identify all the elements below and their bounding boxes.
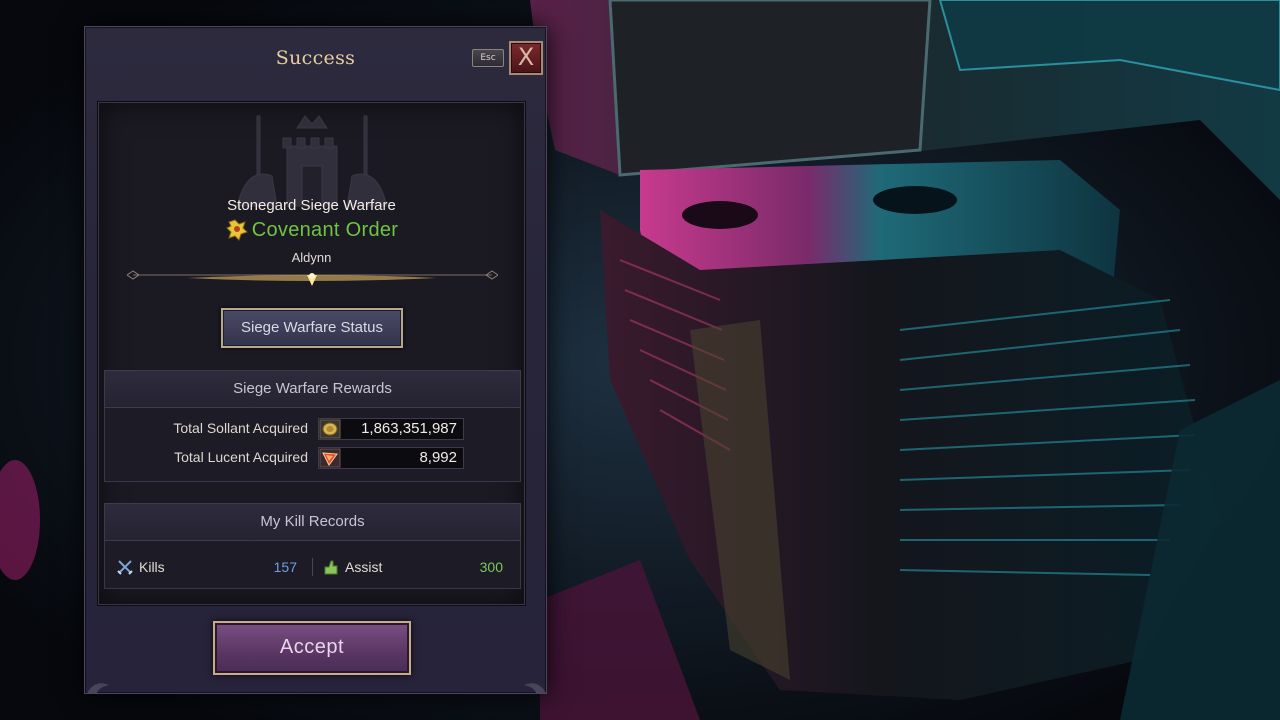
- kill-records-body: Kills 157 Assist 300: [104, 541, 521, 589]
- kills-label: Kills: [139, 559, 165, 575]
- kill-separator: [312, 558, 313, 576]
- assist-hand-icon: [324, 560, 338, 575]
- assist-value: 300: [479, 559, 503, 575]
- guild-name: Covenant Order: [251, 218, 399, 241]
- reward-row-lucent: Total Lucent Acquired 8,992: [105, 447, 520, 469]
- siege-status-button[interactable]: Siege Warfare Status: [221, 308, 403, 348]
- reward-row-sollant: Total Sollant Acquired 1,863,351,987: [105, 418, 520, 440]
- guild-line: Covenant Order: [98, 218, 525, 242]
- reward-label: Total Lucent Acquired: [174, 449, 308, 465]
- lion-crest-icon: [225, 219, 248, 241]
- accept-button[interactable]: Accept: [213, 621, 411, 675]
- lucent-gem-icon: [319, 448, 341, 468]
- rewards-header: Siege Warfare Rewards: [104, 370, 521, 408]
- crossed-swords-icon: [117, 560, 133, 575]
- result-panel: Stonegard Siege Warfare Covenant Order A…: [97, 101, 526, 606]
- esc-key-hint[interactable]: Esc: [472, 49, 504, 67]
- ornament-divider: [127, 270, 498, 286]
- kill-records-row: Kills 157 Assist 300: [105, 541, 520, 588]
- rewards-body: Total Sollant Acquired 1,863,351,987 Tot…: [104, 408, 521, 482]
- server-name: Aldynn: [291, 250, 332, 265]
- assist-label: Assist: [345, 559, 383, 575]
- kill-records-header: My Kill Records: [104, 503, 521, 541]
- bottom-ornament: [87, 683, 546, 693]
- sollant-coin-icon: [319, 419, 341, 439]
- kills-value: 157: [273, 559, 297, 575]
- siege-result-dialog: Success Esc X Stonegard Siege Warfare Co…: [84, 26, 547, 694]
- reward-label: Total Sollant Acquired: [173, 420, 308, 436]
- siege-name: Stonegard Siege Warfare: [227, 197, 396, 214]
- close-button[interactable]: X: [509, 41, 543, 75]
